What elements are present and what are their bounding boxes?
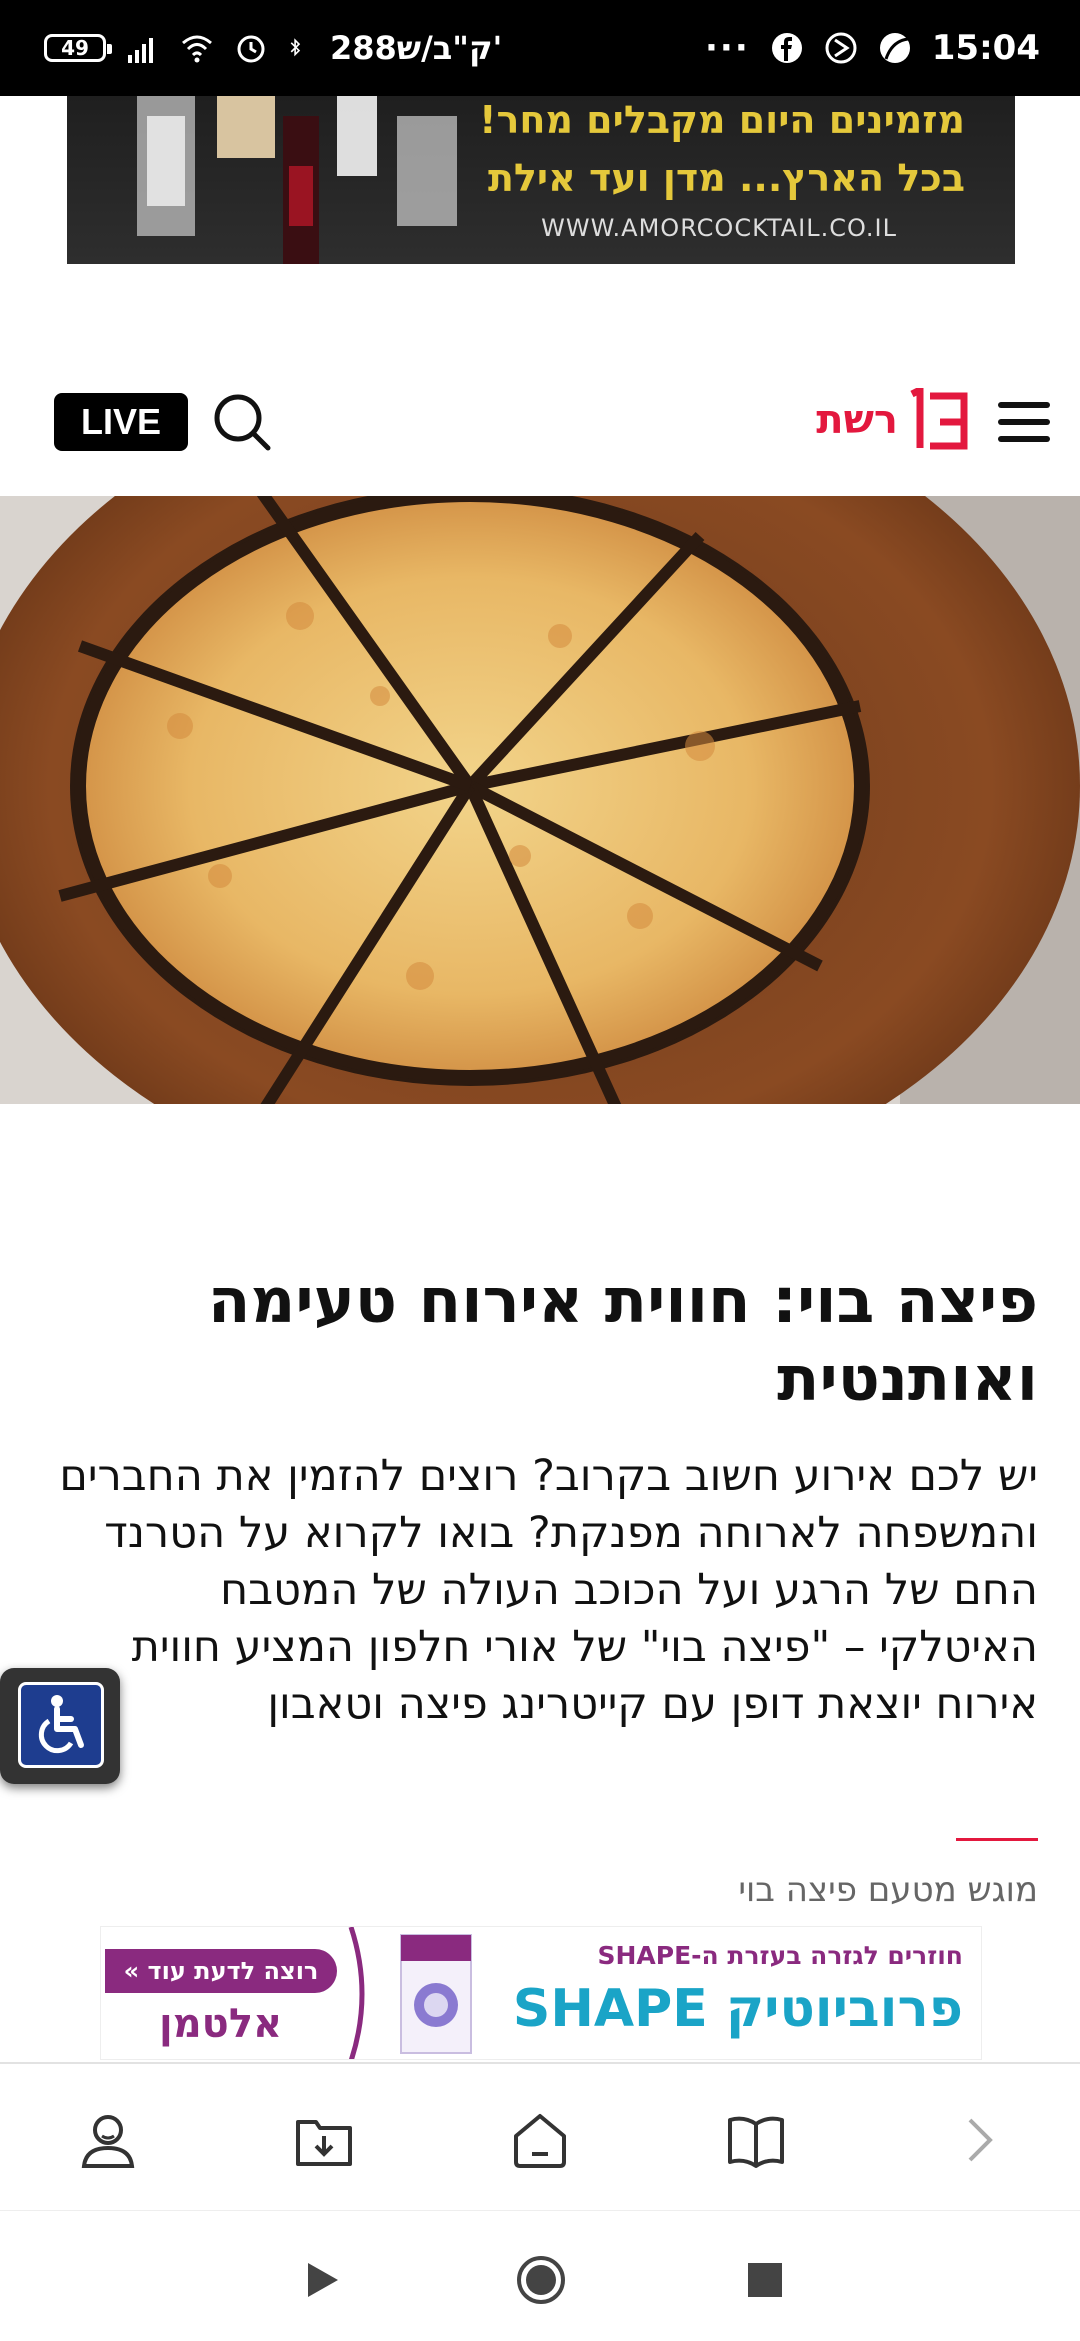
reshet13-logo[interactable]: רשת xyxy=(816,388,972,452)
recents-square-icon[interactable] xyxy=(740,2255,790,2305)
signal-icon xyxy=(128,38,153,63)
status-left: 49 288ק"ב/ש' xyxy=(44,29,502,67)
article-block: פיצה בוי: חווית אירוח טעימה ואותנטית יש … xyxy=(48,1262,1038,1733)
probiotic-box-image xyxy=(400,1934,472,2054)
accessibility-button[interactable] xyxy=(0,1668,120,1784)
status-right: ··· 15:04 xyxy=(705,28,1040,68)
sponsor-credit: מוגש מטעם פיצה בוי xyxy=(738,1870,1038,1910)
carrier-text: 288ק"ב/ש' xyxy=(330,29,503,67)
battery-level: 49 xyxy=(61,36,89,60)
site-header: LIVE רשת xyxy=(0,360,1080,480)
ad-tagline: חוזרים לגזרה בעזרת ה-SHAPE xyxy=(597,1941,963,1970)
data-saver-icon xyxy=(825,32,857,64)
ad-right-panel: חוזרים לגזרה בעזרת ה-SHAPE פרוביוטיק SHA… xyxy=(511,1927,981,2059)
article-lead: יש לכם אירוע חשוב בקרוב? רוצים להזמין את… xyxy=(59,1451,1038,1729)
system-navigation-bar xyxy=(0,2210,1080,2341)
accessibility-icon-box xyxy=(18,1682,104,1768)
hamburger-menu-icon[interactable] xyxy=(996,398,1052,446)
home-circle-icon[interactable] xyxy=(516,2255,566,2305)
ad-subline: בכל הארץ... מדן ועד אילת xyxy=(487,156,965,200)
cocktail-bottles-image xyxy=(137,96,457,264)
status-bar: 49 288ק"ב/ש' ··· 15:04 xyxy=(0,0,1080,96)
downloads-icon[interactable] xyxy=(292,2108,356,2172)
ad-left-panel: רוצה לדעת עוד » אלטמן xyxy=(101,1927,371,2059)
ad-brand-name: אלטמן xyxy=(159,2001,283,2047)
search-icon[interactable] xyxy=(210,390,274,454)
alarm-icon xyxy=(237,35,265,63)
ad-headline: מזמינים היום מקבלים מחר! xyxy=(479,98,965,142)
top-ad-banner[interactable]: מזמינים היום מקבלים מחר! בכל הארץ... מדן… xyxy=(67,96,1015,264)
clock: 15:04 xyxy=(931,28,1040,68)
home-icon[interactable] xyxy=(508,2108,572,2172)
browser-toolbar xyxy=(0,2062,1080,2210)
pizza-hero-image xyxy=(0,496,1080,1104)
facebook-icon xyxy=(771,33,802,63)
back-triangle-icon[interactable] xyxy=(296,2255,346,2305)
reading-mode-icon[interactable] xyxy=(724,2108,788,2172)
battery-indicator: 49 xyxy=(44,34,112,62)
wifi-icon xyxy=(182,35,212,63)
more-notifications: ··· xyxy=(705,28,750,68)
divider xyxy=(956,1838,1038,1841)
logo-text: רשת xyxy=(816,397,898,443)
live-button[interactable]: LIVE xyxy=(54,393,188,451)
bluetooth-icon xyxy=(290,38,301,57)
bottom-ad-banner[interactable]: רוצה לדעת עוד » אלטמן חוזרים לגזרה בעזרת… xyxy=(100,1926,982,2060)
ad-product-title: פרוביוטיק SHAPE xyxy=(512,1979,963,2039)
moon-icon xyxy=(879,33,910,63)
ad-url: WWW.AMORCOCKTAIL.CO.IL xyxy=(541,214,897,242)
wheelchair-icon xyxy=(38,1695,84,1754)
article-headline[interactable]: פיצה בוי: חווית אירוח טעימה ואותנטית xyxy=(48,1262,1038,1418)
forward-chevron-icon[interactable] xyxy=(946,2108,1010,2172)
logo-13-icon xyxy=(910,388,968,450)
learn-more-button[interactable]: רוצה לדעת עוד » xyxy=(105,1949,337,1993)
profile-icon[interactable] xyxy=(76,2108,140,2172)
